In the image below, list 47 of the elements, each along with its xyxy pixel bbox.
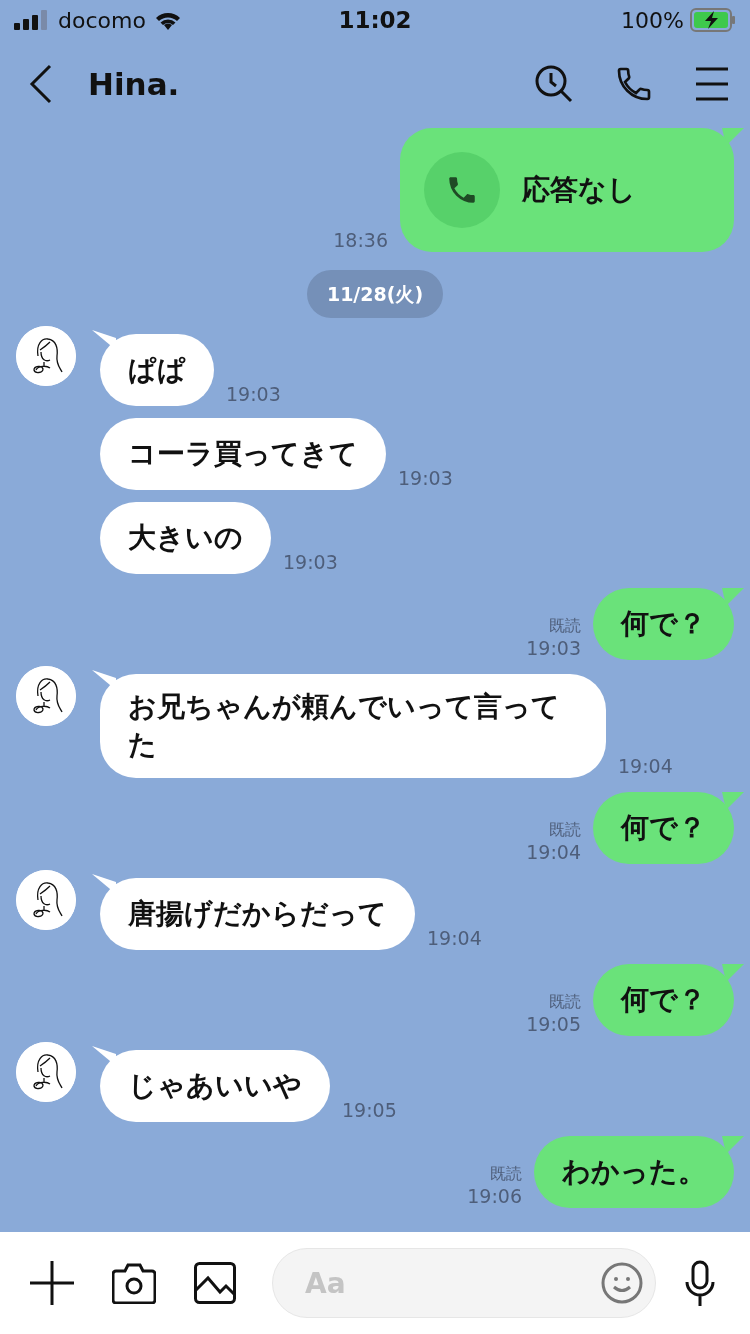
message-text: わかった。 (562, 1154, 706, 1190)
carrier-name: docomo (58, 7, 146, 33)
message-time: 19:05 (526, 1013, 581, 1036)
back-icon[interactable] (28, 64, 54, 104)
avatar[interactable] (16, 870, 76, 930)
emoji-icon[interactable] (601, 1262, 643, 1304)
read-receipt: 既読 (490, 1163, 522, 1185)
avatar[interactable] (16, 1042, 76, 1102)
clock-time: 11:02 (338, 7, 412, 33)
message-text: お兄ちゃんが頼んでいって言ってた (128, 689, 561, 763)
microphone-icon[interactable] (684, 1260, 716, 1306)
message-time: 19:04 (427, 927, 482, 950)
read-receipt: 既読 (549, 991, 581, 1013)
message-text: じゃあいいや (128, 1068, 302, 1104)
battery-percent: 100% (621, 7, 684, 33)
call-bubble[interactable]: 応答なし (400, 128, 734, 252)
message-text: 唐揚げだからだって (128, 896, 387, 932)
message-time: 19:05 (342, 1099, 397, 1122)
read-receipt: 既読 (549, 819, 581, 841)
menu-icon[interactable] (694, 67, 730, 101)
image-icon[interactable] (194, 1262, 236, 1304)
message-time: 19:04 (618, 755, 673, 778)
camera-icon[interactable] (112, 1262, 156, 1304)
message-text: ぱぱ (128, 352, 186, 388)
bubble-tail (722, 128, 744, 146)
message-time: 19:06 (467, 1185, 522, 1208)
chat-title: Hina. (88, 66, 181, 102)
battery-icon (690, 8, 736, 32)
message-text: 何で？ (621, 606, 706, 642)
signal-icon (14, 10, 50, 30)
plus-icon[interactable] (30, 1261, 74, 1305)
message-time: 18:36 (333, 229, 388, 252)
message-time: 19:03 (398, 467, 453, 490)
message-time: 19:03 (226, 383, 281, 406)
message-time: 19:03 (283, 551, 338, 574)
message-time: 19:03 (526, 637, 581, 660)
call-status: 応答なし (522, 172, 636, 208)
message-text: コーラ買ってきて (128, 436, 358, 472)
date-chip: 11/28(火) (306, 270, 444, 318)
avatar[interactable] (16, 326, 76, 386)
search-icon[interactable] (534, 64, 574, 104)
message-time: 19:04 (526, 841, 581, 864)
message-text: 大きいの (128, 520, 243, 556)
read-receipt: 既読 (549, 615, 581, 637)
avatar[interactable] (16, 666, 76, 726)
message-text: 何で？ (621, 810, 706, 846)
message-text: 何で？ (621, 982, 706, 1018)
